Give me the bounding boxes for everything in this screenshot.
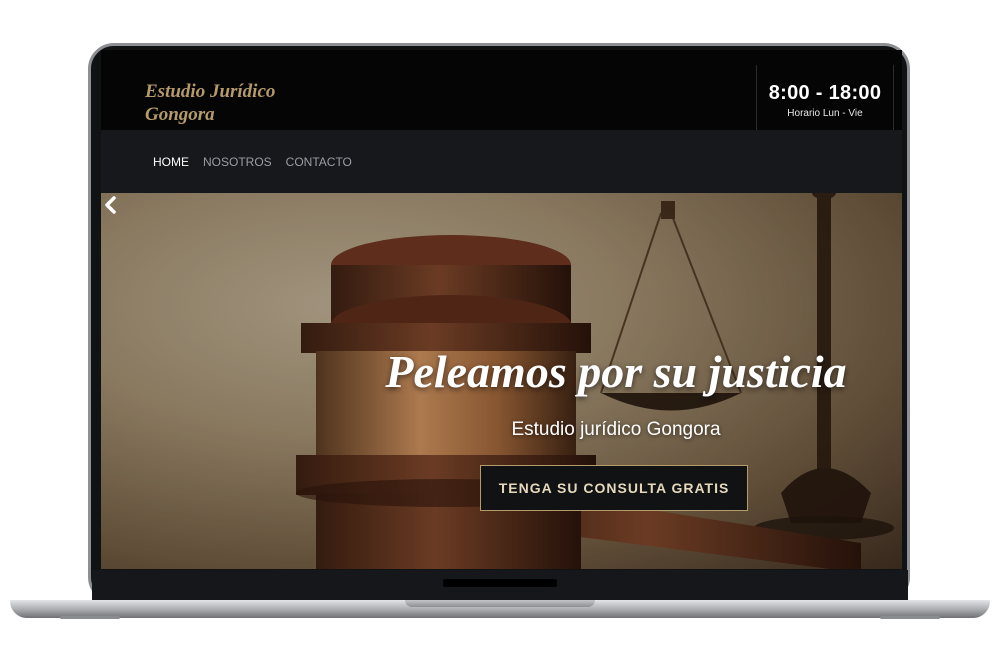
hours-label: Horario Lun - Vie bbox=[787, 108, 863, 119]
hours-time: 8:00 - 18:00 bbox=[768, 82, 882, 104]
chevron-left-icon[interactable] bbox=[101, 193, 121, 217]
office-hours: 8:00 - 18:00 Horario Lun - Vie bbox=[756, 65, 894, 130]
brand-logo[interactable]: Estudio Jurídico Gongora bbox=[145, 80, 275, 126]
brand-line-1: Estudio Jurídico bbox=[145, 81, 276, 102]
top-header: Estudio Jurídico Gongora 8:00 - 18:00 Ho… bbox=[101, 50, 902, 130]
laptop-notch bbox=[443, 579, 557, 587]
nav-item-home[interactable]: HOME bbox=[153, 155, 189, 169]
laptop-foot-left bbox=[60, 616, 120, 619]
website-screen: Estudio Jurídico Gongora 8:00 - 18:00 Ho… bbox=[101, 50, 902, 569]
nav-item-contacto[interactable]: CONTACTO bbox=[286, 155, 352, 169]
main-navbar: HOME NOSOTROS CONTACTO bbox=[101, 130, 902, 193]
laptop-foot-right bbox=[880, 616, 940, 619]
nav-menu: HOME NOSOTROS CONTACTO bbox=[153, 155, 352, 169]
hero-subtitle: Estudio jurídico Gongora bbox=[511, 419, 721, 440]
nav-item-nosotros[interactable]: NOSOTROS bbox=[203, 155, 272, 169]
brand-line-2: Gongora bbox=[145, 104, 215, 125]
laptop-base-groove bbox=[405, 600, 595, 607]
hero-carousel: Peleamos por su justicia Estudio jurídic… bbox=[101, 193, 902, 569]
free-consultation-button[interactable]: TENGA SU CONSULTA GRATIS bbox=[480, 465, 748, 511]
hero-title: Peleamos por su justicia bbox=[385, 346, 847, 397]
